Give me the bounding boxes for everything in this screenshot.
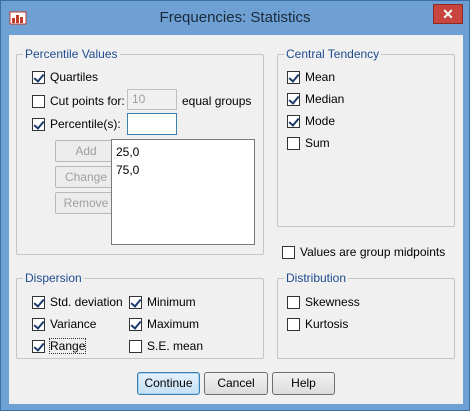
median-checkbox[interactable] — [287, 92, 300, 106]
sum-checkbox[interactable] — [287, 136, 300, 150]
equal-groups-label: equal groups — [182, 94, 252, 108]
variance-label: Variance — [50, 317, 97, 331]
distribution-group: Distribution Skewness Kurtosis — [277, 271, 455, 359]
se-mean-option[interactable]: S.E. mean — [129, 338, 203, 354]
se-mean-label: S.E. mean — [147, 339, 204, 353]
mean-option[interactable]: Mean — [287, 69, 335, 85]
dispersion-group: Dispersion Std. deviation Minimum Varian… — [16, 271, 264, 359]
skewness-option[interactable]: Skewness — [287, 294, 360, 310]
quartiles-option[interactable]: Quartiles — [32, 69, 98, 85]
kurtosis-checkbox[interactable] — [287, 317, 300, 331]
variance-option[interactable]: Variance — [32, 316, 96, 332]
percentile-list[interactable]: 25,0 75,0 — [111, 139, 255, 245]
dispersion-legend: Dispersion — [23, 271, 84, 285]
mode-option[interactable]: Mode — [287, 113, 335, 129]
mean-label: Mean — [305, 70, 336, 84]
title-bar[interactable]: Frequencies: Statistics ✕ — [1, 1, 469, 35]
range-label: Range — [48, 338, 87, 354]
sum-option[interactable]: Sum — [287, 135, 330, 151]
central-tendency-legend: Central Tendency — [284, 47, 382, 61]
median-option[interactable]: Median — [287, 91, 344, 107]
cut-points-checkbox[interactable] — [32, 94, 45, 108]
cancel-button[interactable]: Cancel — [204, 372, 268, 395]
maximum-checkbox[interactable] — [129, 317, 142, 331]
range-checkbox[interactable] — [32, 339, 45, 353]
distribution-legend: Distribution — [284, 271, 349, 285]
skewness-label: Skewness — [305, 295, 360, 309]
kurtosis-option[interactable]: Kurtosis — [287, 316, 348, 332]
cut-points-option[interactable]: Cut points for: — [32, 93, 125, 109]
se-mean-checkbox[interactable] — [129, 339, 142, 353]
quartiles-checkbox[interactable] — [32, 70, 45, 84]
std-deviation-option[interactable]: Std. deviation — [32, 294, 123, 310]
cut-points-label: Cut points for: — [50, 94, 125, 108]
variance-checkbox[interactable] — [32, 317, 45, 331]
cut-points-input[interactable]: 10 — [127, 89, 177, 110]
std-deviation-checkbox[interactable] — [32, 295, 45, 309]
list-item[interactable]: 75,0 — [116, 161, 250, 179]
close-button[interactable]: ✕ — [433, 4, 463, 24]
quartiles-label: Quartiles — [50, 70, 99, 84]
percentile-values-group: Percentile Values Quartiles Cut points f… — [16, 47, 264, 255]
group-midpoints-label: Values are group midpoints — [300, 245, 446, 259]
dialog-window: Frequencies: Statistics ✕ Percentile Val… — [0, 0, 470, 411]
skewness-checkbox[interactable] — [287, 295, 300, 309]
help-button[interactable]: Help — [272, 372, 335, 395]
continue-button[interactable]: Continue — [137, 372, 200, 395]
group-midpoints-option[interactable]: Values are group midpoints — [282, 244, 445, 260]
std-deviation-label: Std. deviation — [50, 295, 123, 309]
remove-button[interactable]: Remove — [55, 192, 117, 214]
add-button[interactable]: Add — [55, 140, 117, 162]
minimum-label: Minimum — [147, 295, 196, 309]
minimum-checkbox[interactable] — [129, 295, 142, 309]
minimum-option[interactable]: Minimum — [129, 294, 196, 310]
change-button[interactable]: Change — [55, 166, 117, 188]
central-tendency-group: Central Tendency Mean Median Mode Sum — [277, 47, 455, 227]
maximum-option[interactable]: Maximum — [129, 316, 199, 332]
percentiles-option[interactable]: Percentile(s): — [32, 116, 121, 132]
list-item[interactable]: 25,0 — [116, 143, 250, 161]
range-option[interactable]: Range — [32, 338, 87, 354]
dialog-body: Percentile Values Quartiles Cut points f… — [9, 35, 463, 404]
window-title: Frequencies: Statistics — [159, 9, 311, 26]
mode-checkbox[interactable] — [287, 114, 300, 128]
percentile-values-legend: Percentile Values — [23, 47, 120, 61]
kurtosis-label: Kurtosis — [305, 317, 349, 331]
mode-label: Mode — [305, 114, 336, 128]
group-midpoints-checkbox[interactable] — [282, 245, 295, 259]
median-label: Median — [305, 92, 345, 106]
percentile-input[interactable] — [127, 113, 177, 135]
percentiles-label: Percentile(s): — [50, 117, 121, 131]
sum-label: Sum — [305, 136, 330, 150]
percentiles-checkbox[interactable] — [32, 117, 45, 131]
mean-checkbox[interactable] — [287, 70, 300, 84]
maximum-label: Maximum — [147, 317, 200, 331]
